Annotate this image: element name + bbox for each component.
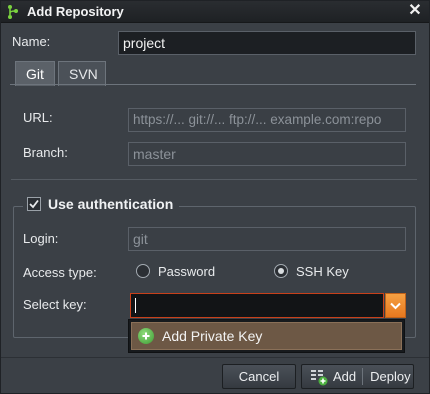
authentication-legend: Use authentication	[23, 194, 180, 214]
section-divider	[11, 179, 417, 180]
chevron-down-icon	[390, 302, 401, 309]
git-branch-icon	[7, 4, 21, 20]
url-label: URL:	[23, 110, 53, 125]
checkmark-icon	[29, 199, 39, 209]
cancel-button[interactable]: Cancel	[222, 364, 296, 389]
tab-svn[interactable]: SVN	[58, 61, 106, 86]
add-button[interactable]: Add	[302, 365, 362, 388]
deploy-icon	[310, 368, 328, 386]
add-button-label: Add	[333, 369, 357, 384]
add-deploy-button-group: Add Deploy	[301, 364, 414, 389]
use-authentication-checkbox[interactable]	[27, 197, 41, 211]
password-radio-label[interactable]: Password	[158, 264, 215, 279]
select-key-dropdown-list: Add Private Key	[128, 319, 405, 353]
add-circle-icon	[138, 328, 154, 344]
add-private-key-label: Add Private Key	[162, 328, 263, 344]
close-icon[interactable]: ✕	[407, 3, 423, 19]
title-bar[interactable]: Add Repository ✕	[1, 1, 429, 23]
password-radio[interactable]	[136, 264, 150, 278]
select-key-label: Select key:	[23, 297, 87, 312]
url-input[interactable]: https://... git://... ftp://... example.…	[128, 108, 406, 132]
login-input[interactable]: git	[128, 227, 406, 251]
login-label: Login:	[23, 231, 59, 246]
use-authentication-label[interactable]: Use authentication	[48, 196, 173, 212]
ssh-key-radio[interactable]	[274, 264, 288, 278]
branch-label: Branch:	[23, 145, 68, 160]
deploy-button[interactable]: Deploy	[363, 365, 410, 388]
access-type-label: Access type:	[23, 265, 97, 280]
ssh-key-radio-label[interactable]: SSH Key	[296, 264, 349, 279]
select-key-combobox[interactable]	[130, 293, 384, 318]
select-key-dropdown-button[interactable]	[385, 293, 406, 318]
name-input[interactable]: project	[118, 31, 416, 55]
radio-selected-dot	[278, 268, 284, 274]
add-private-key-option[interactable]: Add Private Key	[131, 322, 402, 350]
tab-git[interactable]: Git	[15, 61, 55, 86]
name-label: Name:	[12, 34, 51, 49]
branch-input[interactable]: master	[128, 142, 406, 166]
footer-divider	[1, 357, 429, 358]
text-caret	[135, 298, 136, 313]
tab-strip-line	[10, 84, 416, 85]
dialog-title: Add Repository	[27, 4, 124, 19]
add-repository-dialog: Add Repository ✕ Name: project Git SVN U…	[0, 0, 430, 394]
